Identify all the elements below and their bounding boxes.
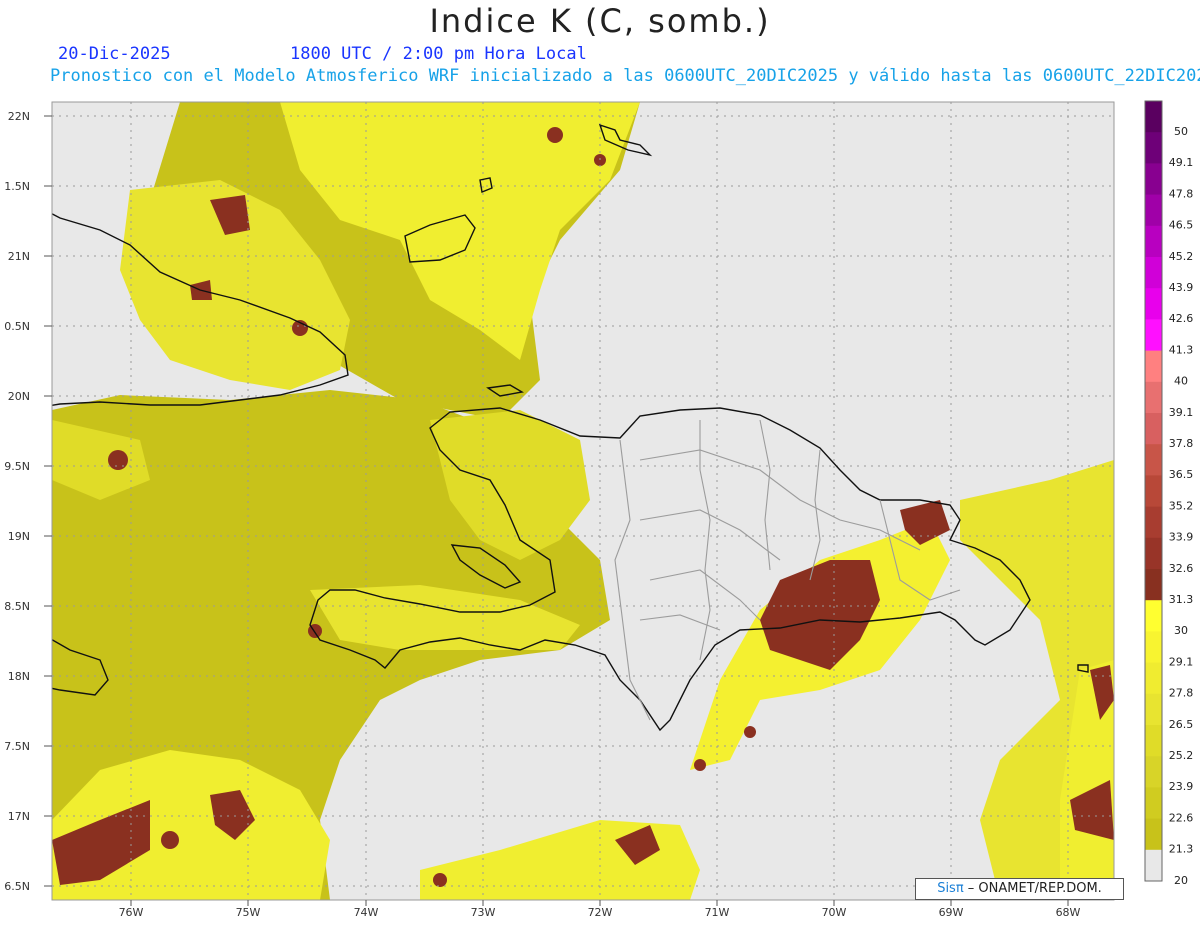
colorbar-label: 27.8 xyxy=(1169,687,1194,700)
lat-labels: 22N 1.5N 21N 0.5N 20N 9.5N 19N 8.5N 18N … xyxy=(4,110,30,893)
credit-text: – ONAMET/REP.DOM. xyxy=(963,881,1102,896)
colorbar-swatch xyxy=(1145,600,1162,632)
colorbar-label: 26.5 xyxy=(1169,718,1194,731)
lat-label: 0.5N xyxy=(4,320,30,333)
colorbar-swatch xyxy=(1145,444,1162,476)
colorbar-label: 35.2 xyxy=(1169,499,1194,512)
lon-label: 76W xyxy=(119,906,144,919)
colorbar-label: 25.2 xyxy=(1169,749,1194,762)
colorbar-swatch xyxy=(1145,475,1162,508)
colorbar-label: 33.9 xyxy=(1169,531,1194,544)
colorbar-swatch xyxy=(1145,163,1162,196)
colorbar-swatch xyxy=(1145,288,1162,320)
lon-label: 72W xyxy=(588,906,613,919)
lon-labels: 76W 75W 74W 73W 72W 71W 70W 69W 68W xyxy=(119,906,1081,919)
k-index-map: 22N 1.5N 21N 0.5N 20N 9.5N 19N 8.5N 18N … xyxy=(4,100,1194,919)
colorbar-label: 37.8 xyxy=(1169,437,1194,450)
lon-label: 71W xyxy=(705,906,730,919)
lat-label: 7.5N xyxy=(4,740,30,753)
colorbar-label: 30 xyxy=(1174,624,1188,637)
colorbar-label: 22.6 xyxy=(1169,811,1194,824)
lat-label: 21N xyxy=(8,250,30,263)
colorbar-swatch xyxy=(1145,569,1162,601)
colorbar-swatch xyxy=(1145,413,1162,445)
lon-label: 74W xyxy=(354,906,379,919)
colorbar-label: 42.6 xyxy=(1169,312,1194,325)
colorbar-label: 23.9 xyxy=(1169,780,1194,793)
lat-label: 19N xyxy=(8,530,30,543)
lon-ticks xyxy=(130,900,1069,906)
colorbar-swatch xyxy=(1145,725,1162,757)
colorbar-label: 41.3 xyxy=(1169,343,1194,356)
lat-ticks xyxy=(44,115,52,887)
colorbar-swatch xyxy=(1145,693,1162,726)
colorbar-label: 46.5 xyxy=(1169,219,1194,232)
colorbar-label: 45.2 xyxy=(1169,250,1194,263)
colorbar-swatch xyxy=(1145,506,1162,539)
lon-label: 70W xyxy=(822,906,847,919)
colorbar-swatch xyxy=(1145,631,1162,664)
colorbar-label: 43.9 xyxy=(1169,281,1194,294)
colorbar-label: 47.8 xyxy=(1169,187,1194,200)
colorbar-label: 21.3 xyxy=(1169,843,1194,856)
colorbar-swatch xyxy=(1145,756,1162,788)
colorbar: 50 49.1 47.8 46.5 45.2 43.9 42.6 41.3 40 39.1 37.8… xyxy=(1144,100,1194,887)
colorbar-label: 29.1 xyxy=(1169,655,1194,668)
colorbar-swatch xyxy=(1145,101,1162,133)
colorbar-swatch xyxy=(1145,225,1162,258)
lat-label: 6.5N xyxy=(4,880,30,893)
colorbar-swatch xyxy=(1145,818,1162,851)
colorbar-label: 40 xyxy=(1174,375,1188,388)
colorbar-label: 49.1 xyxy=(1169,156,1194,169)
colorbar-swatch xyxy=(1145,350,1162,383)
lon-label: 68W xyxy=(1056,906,1081,919)
colorbar-swatch xyxy=(1145,381,1162,414)
colorbar-label: 50 xyxy=(1174,125,1188,138)
colorbar-label: 20 xyxy=(1174,874,1188,887)
colorbar-swatch xyxy=(1145,537,1162,570)
lat-label: 18N xyxy=(8,670,30,683)
lon-label: 69W xyxy=(939,906,964,919)
colorbar-label: 31.3 xyxy=(1169,593,1194,606)
lon-label: 73W xyxy=(471,906,496,919)
lat-label: 8.5N xyxy=(4,600,30,613)
lat-label: 20N xyxy=(8,390,30,403)
lat-label: 22N xyxy=(8,110,30,123)
colorbar-swatch xyxy=(1145,319,1162,352)
lat-label: 9.5N xyxy=(4,460,30,473)
colorbar-label: 39.1 xyxy=(1169,406,1194,419)
colorbar-swatch xyxy=(1145,194,1162,227)
sispi-logo: Sisπ xyxy=(937,881,964,896)
colorbar-label: 36.5 xyxy=(1169,468,1194,481)
lat-label: 1.5N xyxy=(4,180,30,193)
lat-label: 17N xyxy=(8,810,30,823)
colorbar-label: 32.6 xyxy=(1169,562,1194,575)
credit-box: Sisπ – ONAMET/REP.DOM. xyxy=(915,878,1124,900)
colorbar-swatch xyxy=(1145,787,1162,820)
colorbar-swatch xyxy=(1145,257,1162,289)
colorbar-swatch xyxy=(1145,849,1162,882)
lon-label: 75W xyxy=(236,906,261,919)
colorbar-swatch xyxy=(1145,132,1162,164)
colorbar-swatch xyxy=(1145,662,1162,695)
